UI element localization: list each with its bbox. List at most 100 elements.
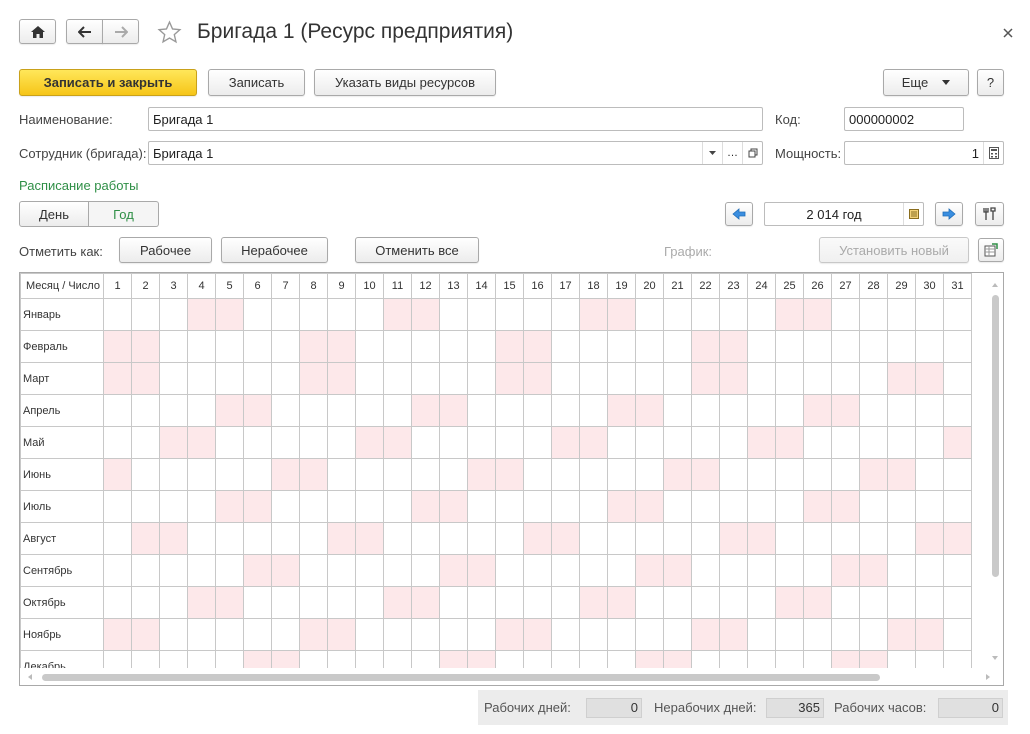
employee-field[interactable]: Бригада 1 … xyxy=(148,141,763,165)
day-cell[interactable] xyxy=(551,522,580,555)
day-cell[interactable] xyxy=(243,426,272,459)
day-cell[interactable] xyxy=(887,426,916,459)
day-cell[interactable] xyxy=(887,330,916,363)
name-field[interactable]: Бригада 1 xyxy=(148,107,763,131)
day-cell[interactable] xyxy=(747,458,776,491)
day-cell[interactable] xyxy=(411,426,440,459)
day-cell[interactable] xyxy=(775,394,804,427)
day-cell[interactable] xyxy=(887,298,916,331)
day-cell[interactable] xyxy=(411,394,440,427)
day-cell[interactable] xyxy=(159,522,188,555)
day-cell[interactable] xyxy=(411,618,440,651)
forward-button[interactable] xyxy=(102,19,139,44)
day-cell[interactable] xyxy=(243,554,272,587)
day-cell[interactable] xyxy=(943,426,972,459)
day-cell[interactable] xyxy=(663,330,692,363)
day-cell[interactable] xyxy=(383,554,412,587)
day-cell[interactable] xyxy=(299,330,328,363)
day-cell[interactable] xyxy=(271,362,300,395)
day-cell[interactable] xyxy=(467,330,496,363)
day-cell[interactable] xyxy=(495,618,524,651)
day-cell[interactable] xyxy=(747,298,776,331)
year-field[interactable]: 2 014 год xyxy=(764,202,924,226)
day-cell[interactable] xyxy=(159,554,188,587)
day-cell[interactable] xyxy=(411,458,440,491)
day-cell[interactable] xyxy=(551,362,580,395)
day-cell[interactable] xyxy=(411,330,440,363)
day-cell[interactable] xyxy=(467,394,496,427)
day-cell[interactable] xyxy=(607,586,636,619)
resource-types-button[interactable]: Указать виды ресурсов xyxy=(314,69,496,96)
day-cell[interactable] xyxy=(439,490,468,523)
day-cell[interactable] xyxy=(411,362,440,395)
day-cell[interactable] xyxy=(691,458,720,491)
code-field[interactable]: 000000002 xyxy=(844,107,964,131)
day-cell[interactable] xyxy=(663,394,692,427)
day-cell[interactable] xyxy=(103,554,132,587)
more-button[interactable]: Еще xyxy=(883,69,969,96)
day-cell[interactable] xyxy=(383,458,412,491)
day-cell[interactable] xyxy=(943,298,972,331)
day-cell[interactable] xyxy=(103,394,132,427)
day-cell[interactable] xyxy=(187,618,216,651)
day-cell[interactable] xyxy=(243,330,272,363)
set-new-button[interactable]: Установить новый xyxy=(819,237,969,263)
day-cell[interactable] xyxy=(607,618,636,651)
day-cell[interactable] xyxy=(579,298,608,331)
view-day-button[interactable]: День xyxy=(19,201,89,227)
day-cell[interactable] xyxy=(579,618,608,651)
day-cell[interactable] xyxy=(495,458,524,491)
day-cell[interactable] xyxy=(215,618,244,651)
day-cell[interactable] xyxy=(635,554,664,587)
day-cell[interactable] xyxy=(243,522,272,555)
day-cell[interactable] xyxy=(887,522,916,555)
day-cell[interactable] xyxy=(103,618,132,651)
day-cell[interactable] xyxy=(299,458,328,491)
day-cell[interactable] xyxy=(859,458,888,491)
day-cell[interactable] xyxy=(271,586,300,619)
day-cell[interactable] xyxy=(327,298,356,331)
day-cell[interactable] xyxy=(355,330,384,363)
day-cell[interactable] xyxy=(187,522,216,555)
day-cell[interactable] xyxy=(635,490,664,523)
day-cell[interactable] xyxy=(523,426,552,459)
day-cell[interactable] xyxy=(747,490,776,523)
day-cell[interactable] xyxy=(103,298,132,331)
day-cell[interactable] xyxy=(467,554,496,587)
day-cell[interactable] xyxy=(747,586,776,619)
nonworking-button[interactable]: Нерабочее xyxy=(221,237,328,263)
day-cell[interactable] xyxy=(775,618,804,651)
star-icon[interactable] xyxy=(157,20,182,45)
day-cell[interactable] xyxy=(327,394,356,427)
day-cell[interactable] xyxy=(411,586,440,619)
day-cell[interactable] xyxy=(299,426,328,459)
day-cell[interactable] xyxy=(439,458,468,491)
day-cell[interactable] xyxy=(355,394,384,427)
day-cell[interactable] xyxy=(887,618,916,651)
day-cell[interactable] xyxy=(943,522,972,555)
day-cell[interactable] xyxy=(747,330,776,363)
day-cell[interactable] xyxy=(159,298,188,331)
day-cell[interactable] xyxy=(803,554,832,587)
day-cell[interactable] xyxy=(775,330,804,363)
day-cell[interactable] xyxy=(383,522,412,555)
day-cell[interactable] xyxy=(383,426,412,459)
day-cell[interactable] xyxy=(663,586,692,619)
back-button[interactable] xyxy=(66,19,103,44)
day-cell[interactable] xyxy=(187,586,216,619)
day-cell[interactable] xyxy=(243,362,272,395)
day-cell[interactable] xyxy=(187,330,216,363)
day-cell[interactable] xyxy=(915,426,944,459)
day-cell[interactable] xyxy=(355,522,384,555)
day-cell[interactable] xyxy=(775,298,804,331)
day-cell[interactable] xyxy=(271,618,300,651)
day-cell[interactable] xyxy=(103,458,132,491)
day-cell[interactable] xyxy=(243,394,272,427)
day-cell[interactable] xyxy=(719,618,748,651)
day-cell[interactable] xyxy=(187,458,216,491)
day-cell[interactable] xyxy=(271,458,300,491)
day-cell[interactable] xyxy=(803,426,832,459)
day-cell[interactable] xyxy=(495,330,524,363)
day-cell[interactable] xyxy=(719,394,748,427)
year-picker-button[interactable] xyxy=(903,203,923,225)
